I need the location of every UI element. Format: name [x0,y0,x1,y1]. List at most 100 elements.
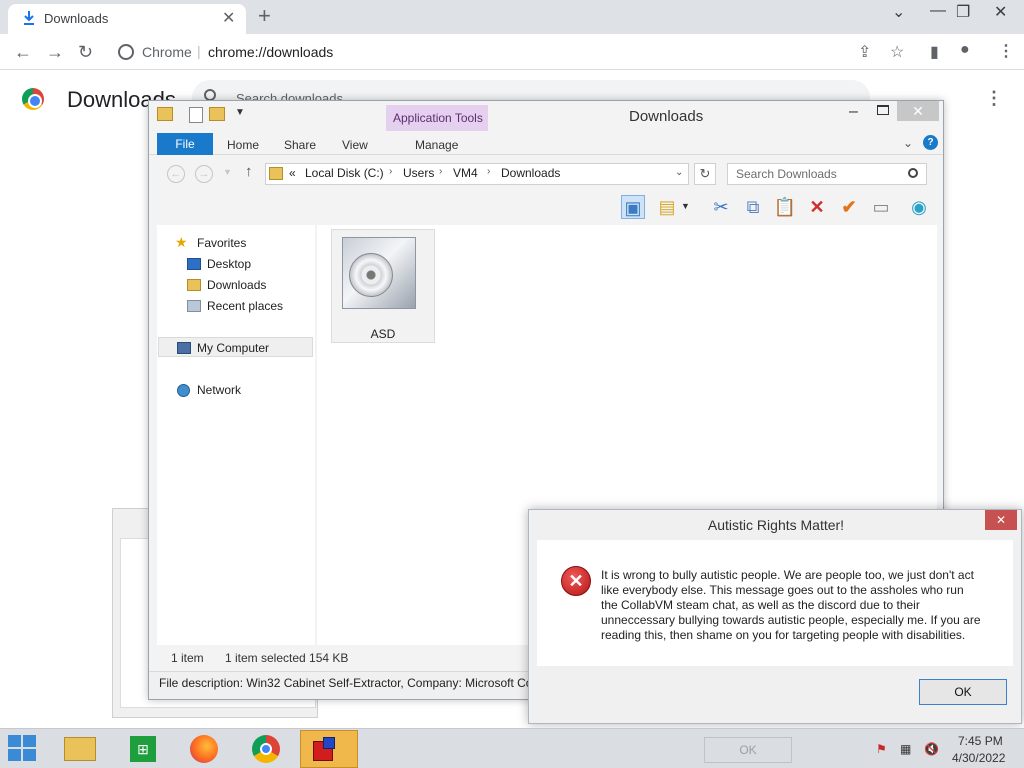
qat-dropdown-icon[interactable]: ▼ [235,107,245,118]
firefox-icon [190,735,218,763]
clock-time[interactable]: 7:45 PM [958,734,1003,748]
chrome-menu-icon[interactable]: ⋮ [998,41,1014,61]
ok-button[interactable]: OK [919,679,1007,705]
rename-icon[interactable]: ▭ [869,195,893,219]
breadcrumb-local-disk[interactable]: Local Disk (C:) [305,166,384,180]
tab-share[interactable]: Share [284,138,316,152]
explorer-search-input[interactable]: Search Downloads [727,163,927,185]
explorer-titlebar [149,101,943,131]
store-icon: ⊞ [130,736,156,762]
start-button[interactable] [8,735,38,761]
copy-icon[interactable]: ⧉ [741,195,765,219]
back-arrow-icon[interactable]: ← [14,42,32,63]
tab-home[interactable]: Home [227,138,259,152]
chrome-site-icon [118,44,134,60]
chrome-logo [22,88,44,110]
taskbar-file-explorer[interactable] [52,730,110,768]
globe-icon[interactable]: ◉ [907,195,931,219]
volume-muted-icon[interactable]: 🔇 [924,742,939,756]
taskbar-active-app[interactable] [300,730,358,768]
folder-options-dropdown-icon[interactable]: ▼ [681,201,690,211]
explorer-minimize-button[interactable]: – [849,103,858,121]
omnibox-url: chrome://downloads [208,44,334,60]
breadcrumb-vm4[interactable]: VM4 [453,166,478,180]
share-icon[interactable]: ⇪ [858,42,871,62]
refresh-button[interactable]: ↻ [694,163,716,185]
delete-icon[interactable]: ✕ [805,195,829,219]
breadcrumb-separator[interactable]: › [439,166,442,177]
breadcrumb-downloads[interactable]: Downloads [501,166,560,180]
bookmark-star-icon[interactable]: ☆ [890,42,904,62]
ghost-ok-button: OK [704,737,792,763]
nav-downloads[interactable]: Downloads [207,278,266,292]
back-button[interactable]: ← [167,165,185,183]
windows-logo-icon [8,735,21,747]
side-panel-icon[interactable]: ▮ [930,42,939,62]
restore-button[interactable]: ❐ [956,2,970,22]
explorer-maximize-button[interactable] [877,105,889,115]
cut-icon[interactable]: ✂ [709,195,733,219]
dialog-message: It is wrong to bully autistic people. We… [601,568,981,642]
breadcrumb-separator[interactable]: › [487,166,490,177]
preview-pane-icon[interactable]: ▣ [621,195,645,219]
explorer-title: Downloads [629,108,704,125]
tab-file[interactable]: File [157,133,213,155]
forward-arrow-icon[interactable]: → [46,42,64,63]
forward-button[interactable]: → [195,165,213,183]
nav-desktop[interactable]: Desktop [207,257,251,271]
windows-logo-icon [8,749,21,761]
favorites-star-icon: ★ [175,234,188,250]
folder-options-icon[interactable]: ▤ [655,195,679,219]
more-actions-icon[interactable]: ⋮ [985,88,1003,109]
network-tray-icon[interactable]: ▦ [900,742,914,756]
taskbar-store[interactable]: ⊞ [114,730,172,768]
properties-check-icon[interactable]: ✔ [837,195,861,219]
cd-disc-icon [349,253,393,297]
download-icon [24,11,34,25]
address-overflow[interactable]: « [289,166,296,180]
up-arrow-icon[interactable]: ↑ [245,163,253,180]
tab-close-icon[interactable]: ✕ [222,8,235,28]
status-selection: 1 item selected 154 KB [225,651,349,665]
omnibox-site-label: Chrome [142,44,192,60]
chrome-icon-center [260,743,272,755]
breadcrumb-separator[interactable]: › [389,166,392,177]
tab-view[interactable]: View [342,138,368,152]
reload-icon[interactable]: ↻ [78,42,93,63]
ribbon-tab-strip [149,131,943,155]
folder-properties-icon[interactable] [157,107,173,121]
profile-avatar-icon[interactable]: ● [960,41,970,59]
address-dropdown-icon[interactable]: ⌄ [675,167,683,178]
tab-manage[interactable]: Manage [415,138,458,152]
chrome-tab-downloads[interactable]: Downloads ✕ [8,4,246,34]
minimize-button[interactable]: — [930,2,946,20]
network-icon [177,384,190,397]
nav-my-computer[interactable]: My Computer [197,341,269,355]
tab-title: Downloads [44,11,109,26]
nav-network[interactable]: Network [197,383,241,397]
explorer-close-button[interactable]: ✕ [897,101,939,121]
file-name: ASD [370,327,396,341]
tab-search-chevron-icon[interactable]: ⌄ [892,2,905,22]
properties-icon[interactable] [189,107,203,123]
recent-locations-icon[interactable]: ▼ [223,167,232,177]
app-cube-icon-blue [323,737,335,749]
ribbon-expand-icon[interactable]: ⌄ [903,136,913,150]
taskbar-chrome[interactable] [238,730,296,768]
error-icon: ✕ [561,566,591,596]
action-center-flag-icon[interactable]: ⚑ [876,742,890,756]
dialog-close-button[interactable]: ✕ [985,510,1017,530]
omnibox[interactable]: Chrome | chrome://downloads [108,38,868,66]
breadcrumb-users[interactable]: Users [403,166,434,180]
close-button[interactable]: ✕ [994,2,1007,22]
clock-date[interactable]: 4/30/2022 [952,751,1005,765]
paste-icon[interactable]: 📋 [773,195,797,219]
taskbar-firefox[interactable] [176,730,234,768]
new-folder-icon[interactable] [209,107,225,121]
nav-recent-places[interactable]: Recent places [207,299,283,313]
help-icon[interactable]: ? [923,135,938,150]
message-dialog: Autistic Rights Matter! ✕ ✕ It is wrong … [528,509,1022,724]
application-tools-label: Application Tools [393,111,483,125]
new-tab-button[interactable]: + [258,3,271,29]
nav-favorites[interactable]: Favorites [197,236,246,250]
